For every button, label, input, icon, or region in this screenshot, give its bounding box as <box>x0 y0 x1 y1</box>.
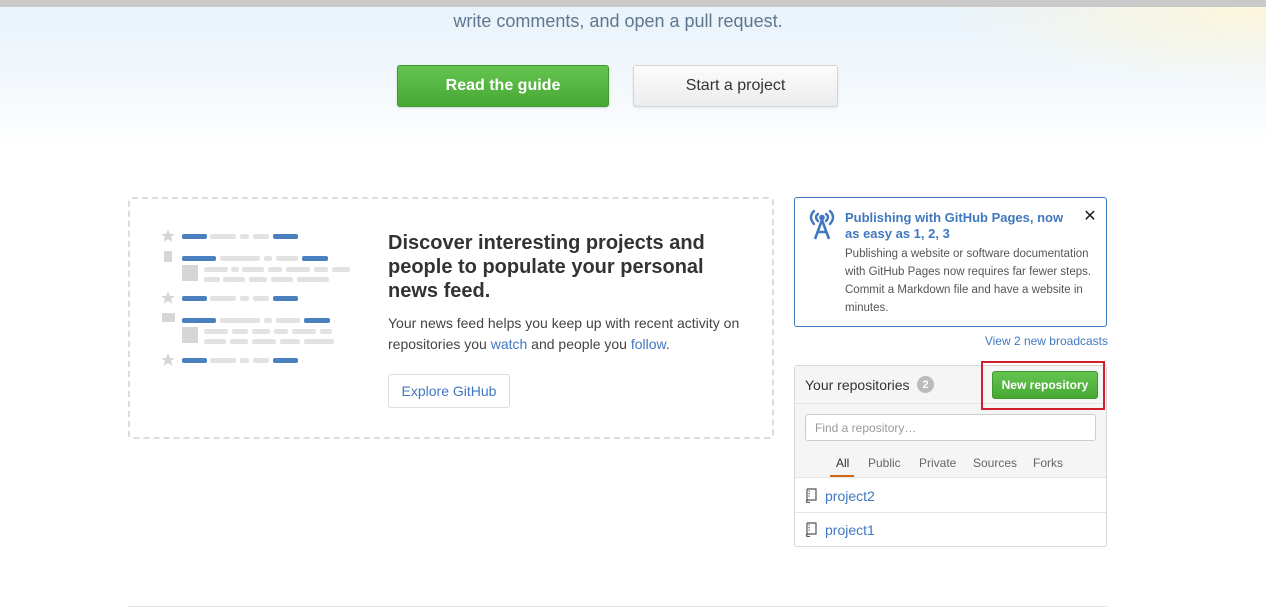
hero-text: write comments, and open a pull request. <box>453 11 783 31</box>
explore-github-button[interactable]: Explore GitHub <box>388 374 510 408</box>
your-repositories-panel: Your repositories 2 New repository All P… <box>794 365 1107 547</box>
tab-all[interactable]: All <box>836 456 849 470</box>
tab-active-underline <box>830 475 854 477</box>
broadcast-title-link[interactable]: Publishing with GitHub Pages, now as eas… <box>845 210 1079 242</box>
tab-forks[interactable]: Forks <box>1033 456 1063 470</box>
repositories-count-badge: 2 <box>917 376 934 393</box>
browser-top-bar <box>0 0 1266 7</box>
repositories-title: Your repositories <box>805 377 910 393</box>
tab-private[interactable]: Private <box>919 456 956 470</box>
follow-link[interactable]: follow <box>631 336 666 352</box>
tab-public[interactable]: Public <box>868 456 901 470</box>
repository-row[interactable]: project2 <box>795 479 1106 513</box>
news-feed-empty-state: Discover interesting projects and people… <box>128 197 774 439</box>
feed-desc-text-2: and people you <box>527 336 631 352</box>
repository-row[interactable]: project1 <box>795 513 1106 547</box>
broadcast-body: Publishing a website or software documen… <box>845 248 1092 314</box>
watch-link[interactable]: watch <box>491 336 528 352</box>
broadcast-card: Publishing with GitHub Pages, now as eas… <box>794 197 1107 327</box>
read-guide-button[interactable]: Read the guide <box>397 65 609 107</box>
broadcast-icon <box>809 209 835 240</box>
repository-link[interactable]: project2 <box>825 488 875 504</box>
repository-search-input[interactable] <box>805 414 1096 441</box>
new-repository-button[interactable]: New repository <box>992 371 1098 399</box>
close-icon[interactable]: ✕ <box>1082 209 1098 225</box>
feed-desc-text-3: . <box>665 336 670 352</box>
view-broadcasts-link[interactable]: View 2 new broadcasts <box>960 334 1108 348</box>
tab-sources[interactable]: Sources <box>973 456 1017 470</box>
news-feed-illustration <box>161 229 350 366</box>
repository-filter: All Public Private Sources Forks <box>795 404 1106 478</box>
feed-empty-title: Discover interesting projects and people… <box>388 232 705 302</box>
start-project-button[interactable]: Start a project <box>633 65 838 107</box>
repository-link[interactable]: project1 <box>825 522 875 538</box>
feed-empty-description: Your news feed helps you keep up with re… <box>388 313 758 355</box>
repo-icon <box>805 522 817 537</box>
footer-divider <box>128 606 1107 607</box>
repositories-header: Your repositories 2 New repository <box>795 366 1106 404</box>
repo-icon <box>805 488 817 503</box>
